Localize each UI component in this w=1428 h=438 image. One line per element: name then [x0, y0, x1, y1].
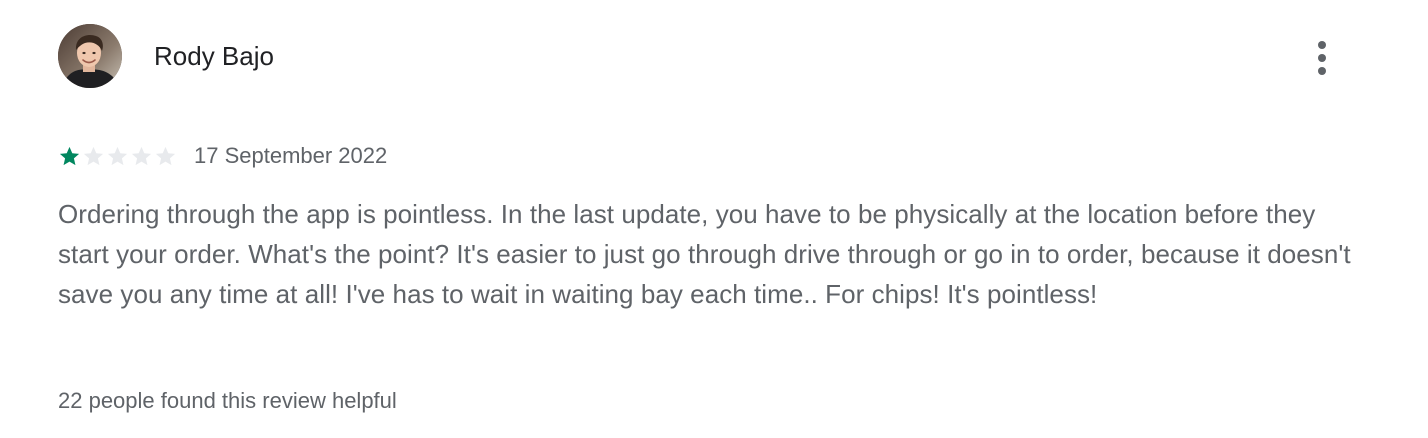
star-filled-icon [58, 145, 81, 168]
more-options-button[interactable] [1302, 36, 1342, 80]
star-empty-icon [130, 145, 153, 168]
review-text: Ordering through the app is pointless. I… [58, 199, 1351, 309]
more-vert-icon-dot [1318, 54, 1326, 62]
star-empty-icon [106, 145, 129, 168]
star-empty-icon [82, 145, 105, 168]
review-date: 17 September 2022 [194, 143, 388, 168]
more-vert-icon-dot [1318, 67, 1326, 75]
rating-row: 17 September 2022 [58, 142, 387, 170]
star-rating [58, 145, 177, 168]
review-card: Rody Bajo 17 September 2022 Ordering thr… [0, 0, 1428, 438]
author-name: Rody Bajo [154, 41, 274, 71]
star-empty-icon [154, 145, 177, 168]
author-avatar [58, 24, 122, 88]
user-photo-icon [58, 24, 122, 88]
helpful-count: 22 people found this review helpful [58, 388, 397, 413]
more-vert-icon-dot [1318, 41, 1326, 49]
